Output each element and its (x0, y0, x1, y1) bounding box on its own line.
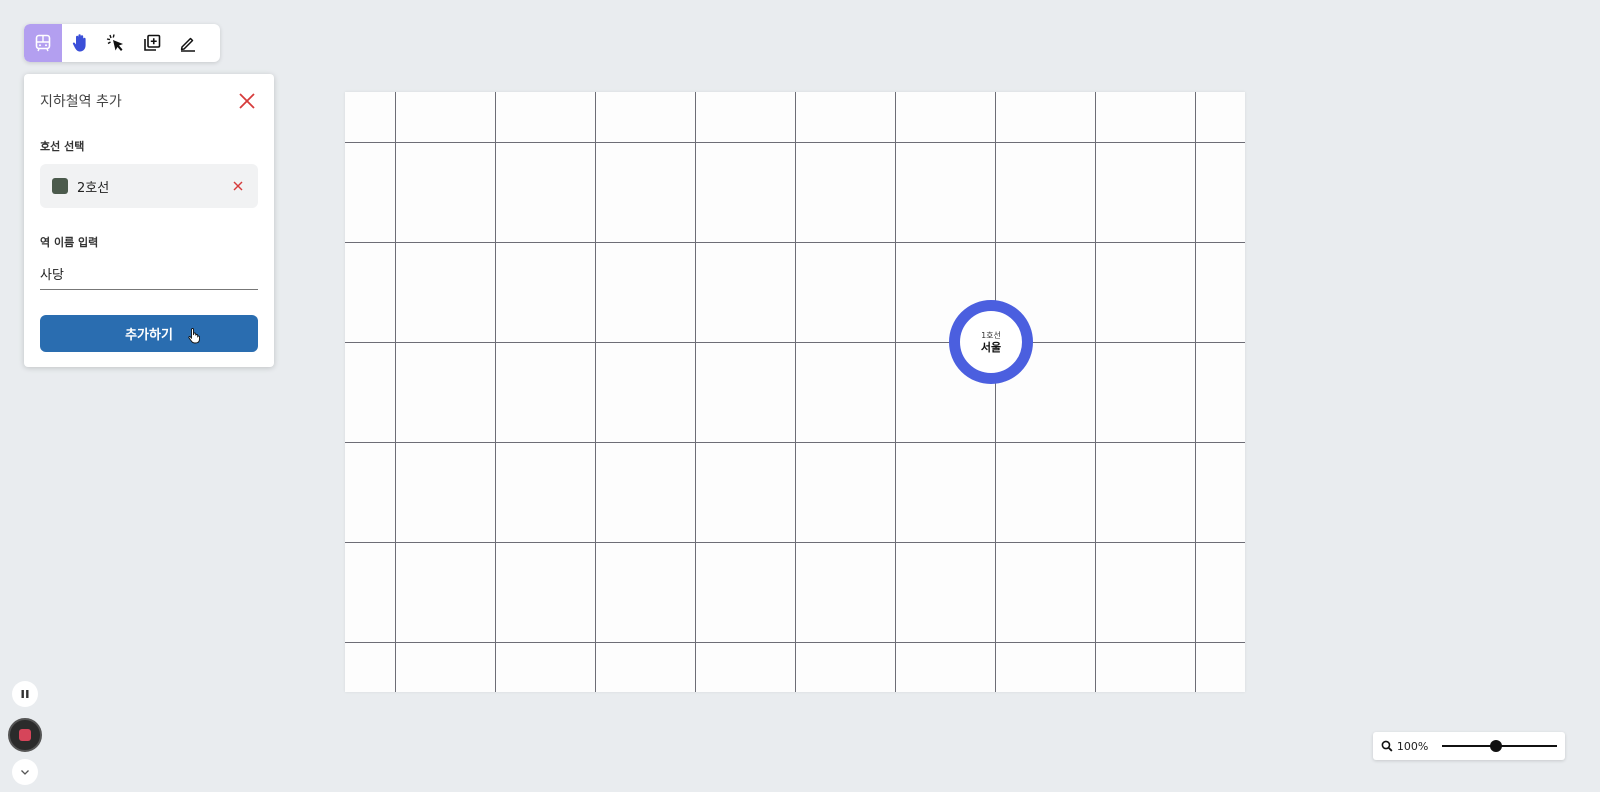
train-tool-button[interactable] (24, 24, 62, 62)
line-select[interactable]: 2호선 (40, 164, 258, 208)
zoom-icon (1381, 740, 1393, 752)
add-station-button[interactable]: 추가하기 (40, 315, 258, 352)
selected-line-chip: 2호선 (52, 177, 109, 196)
panel-header: 지하철역 추가 (40, 90, 258, 112)
add-station-button-label: 추가하기 (125, 328, 173, 343)
close-panel-button[interactable] (236, 90, 258, 112)
clear-icon (233, 181, 243, 191)
pencil-icon (180, 37, 195, 52)
hand-tool-button[interactable] (62, 24, 98, 62)
station-name-input[interactable] (40, 260, 258, 290)
zoom-slider-thumb[interactable] (1490, 740, 1503, 752)
close-icon (239, 93, 255, 109)
zoom-slider[interactable] (1442, 739, 1557, 753)
station-name-label: 서울 (980, 340, 1002, 354)
select-tool-button[interactable] (98, 24, 134, 62)
add-layer-icon (144, 34, 161, 51)
record-stop-button[interactable] (8, 718, 42, 752)
station-node[interactable]: 1호선 서울 (949, 300, 1033, 384)
selected-line-name: 2호선 (77, 180, 110, 196)
line-color-swatch (52, 178, 68, 194)
add-layer-tool-button[interactable] (134, 24, 170, 62)
collapse-button[interactable] (12, 759, 38, 785)
train-icon (35, 34, 51, 52)
station-line-label: 1호선 (981, 330, 1001, 340)
hand-icon (72, 34, 86, 52)
pointer-click-icon (106, 34, 123, 51)
chevron-down-icon (21, 770, 29, 775)
toolbar (24, 24, 220, 62)
draw-tool-button[interactable] (170, 24, 206, 62)
map-canvas[interactable]: 1호선 서울 (345, 92, 1245, 692)
zoom-level-label: 100% (1396, 739, 1429, 753)
zoom-control: 100% (1373, 732, 1565, 760)
station-name-label: 역 이름 입력 (40, 236, 99, 249)
line-select-label: 호선 선택 (40, 140, 85, 153)
pause-button[interactable] (12, 681, 38, 707)
hand-pointer-cursor-icon (188, 328, 200, 344)
add-station-panel: 지하철역 추가 호선 선택 2호선 역 이름 입력 추가하기 (24, 74, 274, 367)
stop-icon (19, 729, 31, 741)
clear-line-button[interactable] (230, 178, 246, 194)
panel-title: 지하철역 추가 (40, 94, 122, 110)
pause-icon (21, 690, 29, 698)
